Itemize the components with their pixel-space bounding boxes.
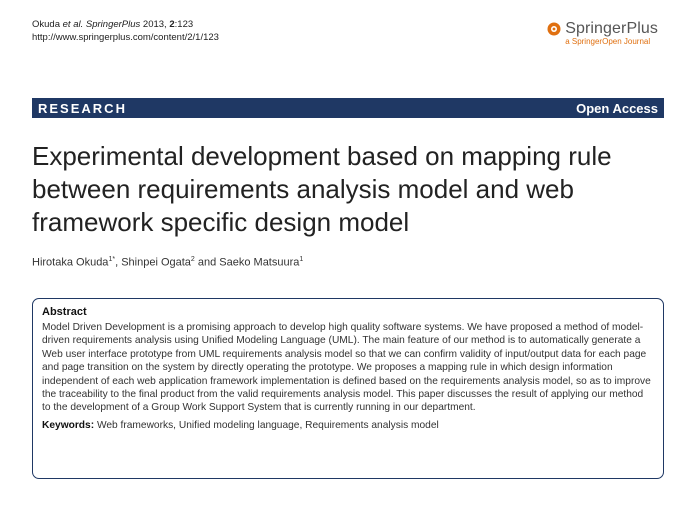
article-url[interactable]: http://www.springerplus.com/content/2/1/…: [32, 31, 219, 44]
keywords-text: Web frameworks, Unified modeling languag…: [96, 419, 439, 431]
citation-block: Okuda et al. SpringerPlus 2013, 2:123 ht…: [32, 18, 219, 44]
abstract-body: Model Driven Development is a promising …: [42, 322, 651, 414]
keywords-line: Keywords: Web frameworks, Unified modeli…: [42, 420, 654, 431]
author-name: Saeko Matsuura: [219, 256, 300, 269]
article-title: Experimental development based on mappin…: [32, 141, 612, 237]
abstract-heading: Abstract: [42, 306, 87, 318]
springer-logo-icon: [547, 22, 561, 36]
citation-line: Okuda et al. SpringerPlus 2013, 2:123: [32, 18, 219, 31]
citation-page: :123: [174, 19, 194, 30]
citation-year: 2013,: [142, 19, 167, 30]
brand-subtitle: a SpringerOpen Journal: [565, 37, 651, 46]
author-name: Hirotaka Okuda: [32, 256, 109, 269]
citation-etal: et al.: [62, 19, 84, 30]
brand-name: SpringerPlus: [565, 20, 658, 37]
author-list: Hirotaka Okuda1*, Shinpei Ogata2 and Sae…: [32, 256, 303, 269]
citation-journal: SpringerPlus: [85, 19, 141, 30]
author-name: Shinpei Ogata: [121, 256, 191, 269]
abstract-box: Abstract Model Driven Development is a p…: [32, 298, 664, 479]
section-banner: RESEARCH Open Access: [32, 98, 664, 118]
author-separator: and: [194, 256, 220, 269]
open-access-label: Open Access: [576, 100, 658, 116]
journal-brand: SpringerPlus a SpringerOpen Journal: [547, 20, 658, 46]
citation-authors: Okuda: [32, 19, 60, 30]
keywords-label: Keywords:: [42, 419, 95, 431]
author-affiliation: 1: [299, 256, 304, 263]
article-type: RESEARCH: [38, 100, 127, 116]
